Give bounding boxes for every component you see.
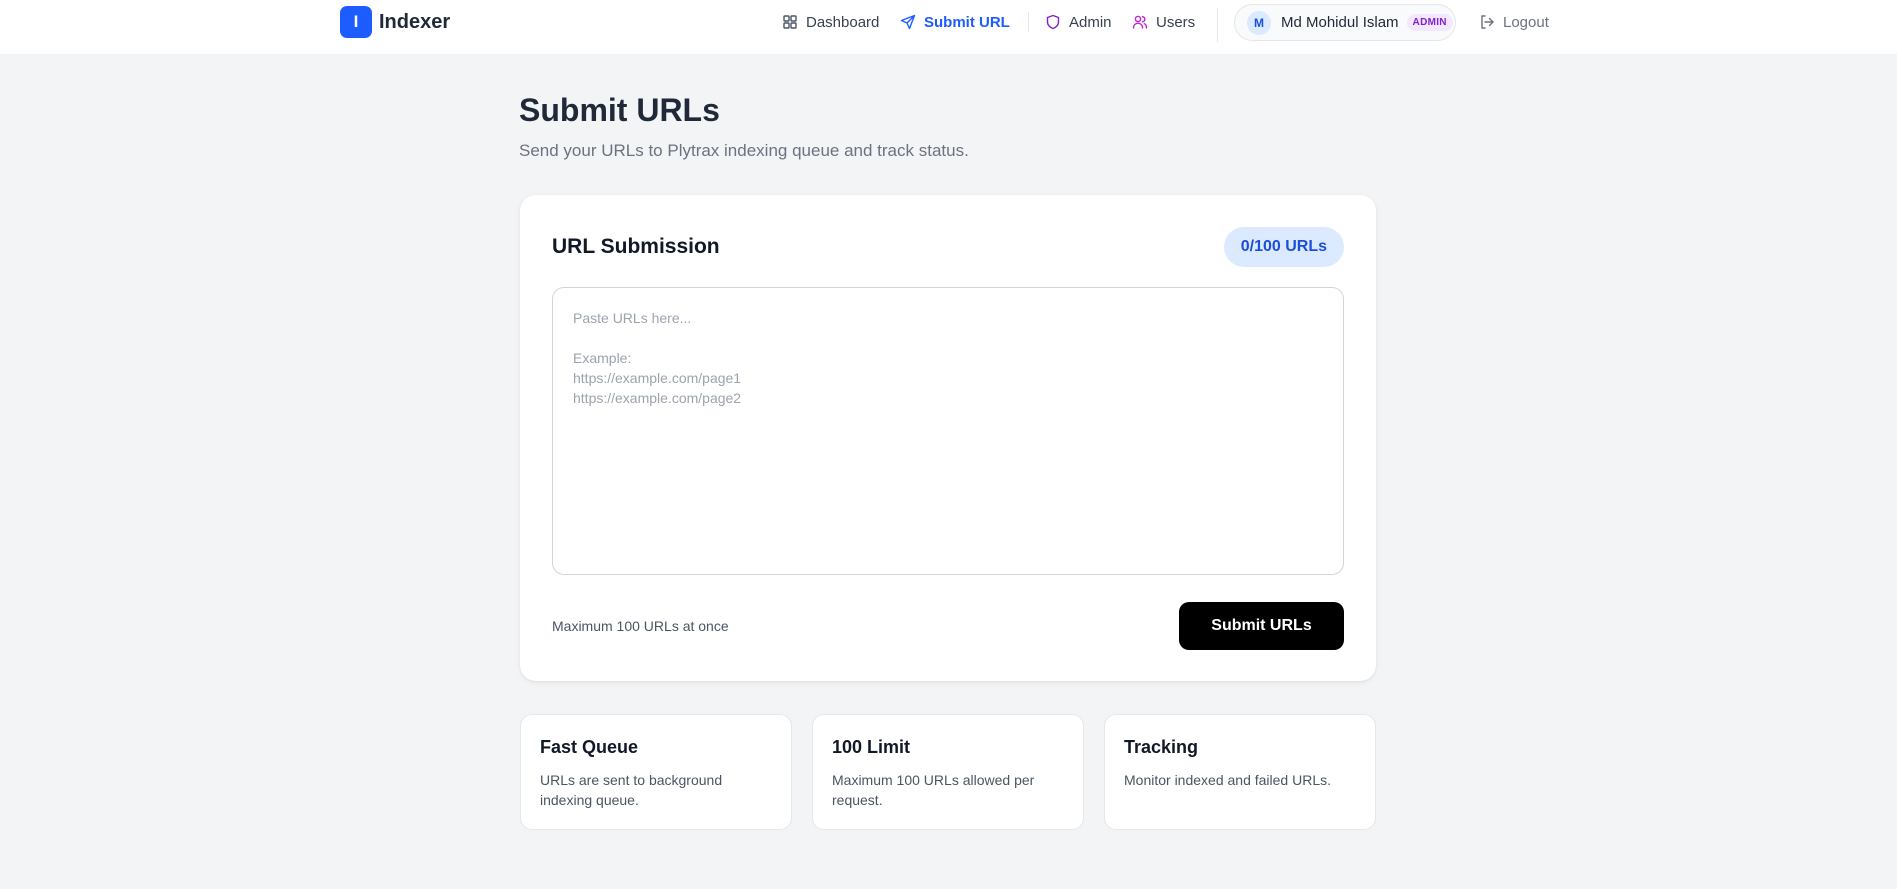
logout-icon bbox=[1481, 15, 1494, 29]
shield-icon bbox=[1046, 14, 1060, 30]
brand[interactable]: I Indexer bbox=[340, 6, 450, 38]
feature-title: Fast Queue bbox=[540, 737, 639, 757]
feature-card: 100 Limit Maximum 100 URLs allowed per r… bbox=[812, 714, 1084, 830]
brand-name: Indexer bbox=[379, 10, 451, 33]
send-icon bbox=[900, 14, 916, 30]
feature-title: 100 Limit bbox=[832, 737, 911, 757]
top-navbar: I Indexer Dashboard Submit URL Admin Use… bbox=[0, 0, 1897, 54]
feature-description: URLs are sent to background indexing que… bbox=[540, 772, 723, 808]
url-submission-card: URL Submission 0/100 URLs Maximum 100 UR… bbox=[520, 195, 1376, 681]
feature-description: Monitor indexed and failed URLs. bbox=[1124, 772, 1332, 788]
helper-text: Maximum 100 URLs at once bbox=[552, 618, 729, 634]
nav-label-admin: Admin bbox=[1069, 13, 1112, 31]
user-menu[interactable]: M Md Mohidul Islam ADMIN bbox=[1234, 4, 1456, 41]
url-count-badge: 0/100 URLs bbox=[1223, 227, 1344, 267]
feature-card: Tracking Monitor indexed and failed URLs… bbox=[1104, 714, 1376, 830]
nav-item-submit-url[interactable]: Submit URL bbox=[900, 0, 1010, 44]
nav-label-dashboard: Dashboard bbox=[806, 13, 880, 31]
nav-label-users: Users bbox=[1156, 13, 1196, 31]
feature-title: Tracking bbox=[1124, 737, 1199, 757]
page-title: Submit URLs bbox=[519, 92, 720, 128]
user-name: Md Mohidul Islam bbox=[1281, 14, 1399, 31]
nav-item-users[interactable]: Users bbox=[1132, 0, 1195, 44]
role-badge: ADMIN bbox=[1406, 14, 1453, 31]
page-subtitle: Send your URLs to Plytrax indexing queue… bbox=[519, 141, 969, 160]
nav-item-admin[interactable]: Admin bbox=[1045, 0, 1112, 44]
avatar: M bbox=[1247, 10, 1271, 35]
logout-button[interactable]: Logout bbox=[1479, 0, 1549, 44]
nav-label-submit-url: Submit URL bbox=[924, 13, 1010, 31]
nav-item-dashboard[interactable]: Dashboard bbox=[782, 0, 879, 44]
feature-description: Maximum 100 URLs allowed per request. bbox=[832, 772, 1035, 808]
brand-logo: I bbox=[340, 6, 372, 38]
users-icon bbox=[1132, 15, 1148, 29]
feature-card: Fast Queue URLs are sent to background i… bbox=[520, 714, 792, 830]
submit-urls-button[interactable]: Submit URLs bbox=[1179, 602, 1344, 650]
dashboard-grid-icon bbox=[783, 15, 797, 29]
card-title: URL Submission bbox=[552, 235, 720, 258]
nav-divider bbox=[1028, 12, 1029, 32]
logout-label: Logout bbox=[1503, 13, 1549, 31]
url-textarea[interactable] bbox=[552, 287, 1344, 575]
nav-divider bbox=[1217, 8, 1218, 42]
